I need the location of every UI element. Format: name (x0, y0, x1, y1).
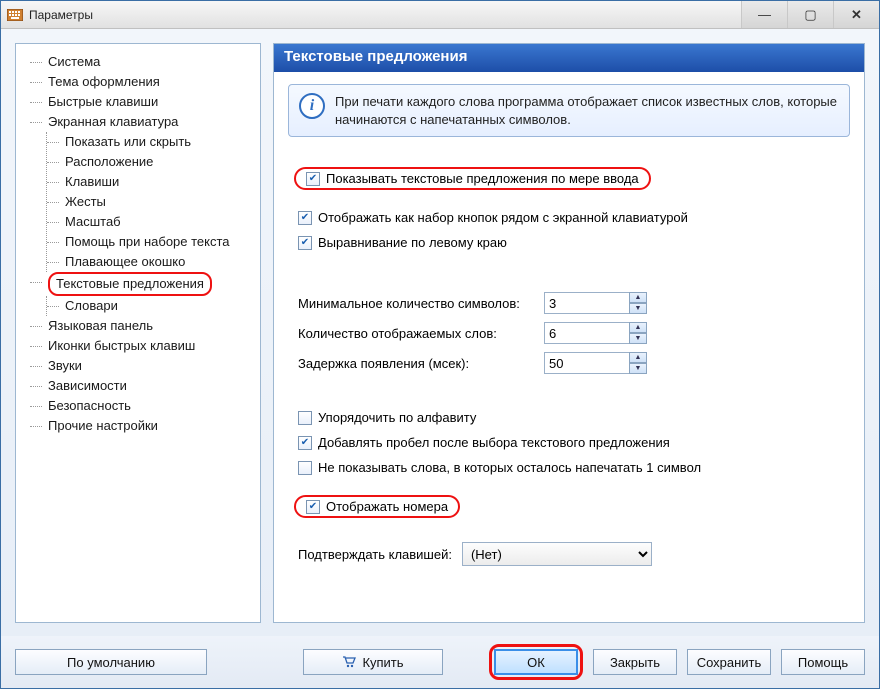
checkbox-add-space[interactable]: Добавлять пробел после выбора текстового… (298, 435, 850, 450)
ok-highlight: ОК (489, 644, 583, 680)
tree-item-keys[interactable]: Клавиши (47, 172, 256, 192)
app-icon (7, 8, 23, 22)
info-box: i При печати каждого слова программа ото… (288, 84, 850, 137)
content-area: Система Тема оформления Быстрые клавиши … (1, 29, 879, 636)
checkbox-left-align[interactable]: Выравнивание по левому краю (298, 235, 850, 250)
info-text: При печати каждого слова программа отобр… (335, 93, 839, 128)
close-button[interactable]: ✕ (833, 1, 879, 28)
min-chars-input[interactable] (544, 292, 630, 314)
tree-item-system[interactable]: Система (30, 52, 256, 72)
checkbox-icon (298, 236, 312, 250)
settings-window: Параметры — ▢ ✕ Система Тема оформления … (0, 0, 880, 689)
tree-item-show-hide[interactable]: Показать или скрыть (47, 132, 256, 152)
tree-item-security[interactable]: Безопасность (30, 396, 256, 416)
tree-item-gestures[interactable]: Жесты (47, 192, 256, 212)
close-dialog-button[interactable]: Закрыть (593, 649, 677, 675)
buy-button[interactable]: Купить (303, 649, 443, 675)
window-title: Параметры (29, 8, 741, 22)
checkbox-show-suggestions[interactable]: Показывать текстовые предложения по мере… (294, 167, 651, 190)
tree-item-theme[interactable]: Тема оформления (30, 72, 256, 92)
checkbox-icon (306, 172, 320, 186)
checkbox-icon (306, 500, 320, 514)
section-header: Текстовые предложения (274, 44, 864, 72)
section-body: i При печати каждого слова программа ото… (274, 72, 864, 622)
help-button[interactable]: Помощь (781, 649, 865, 675)
tree-item-floating[interactable]: Плавающее окошко (47, 252, 256, 272)
defaults-button[interactable]: По умолчанию (15, 649, 207, 675)
titlebar: Параметры — ▢ ✕ (1, 1, 879, 29)
spin-down-icon[interactable]: ▼ (629, 363, 647, 374)
checkbox-icon (298, 461, 312, 475)
checkbox-alpha-sort[interactable]: Упорядочить по алфавиту (298, 410, 850, 425)
field-word-count: Количество отображаемых слов: ▲▼ (298, 322, 850, 344)
tree-item-text-suggestions[interactable]: Текстовые предложения (30, 272, 256, 296)
field-delay: Задержка появления (мсек): ▲▼ (298, 352, 850, 374)
save-button[interactable]: Сохранить (687, 649, 771, 675)
tree-item-misc[interactable]: Прочие настройки (30, 416, 256, 436)
tree-item-hotkeys[interactable]: Быстрые клавиши (30, 92, 256, 112)
footer: По умолчанию Купить ОК Закрыть Сохранить… (1, 636, 879, 688)
spin-up-icon[interactable]: ▲ (629, 322, 647, 333)
nav-tree-panel: Система Тема оформления Быстрые клавиши … (15, 43, 261, 623)
checkbox-hide-one-left[interactable]: Не показывать слова, в которых осталось … (298, 460, 850, 475)
window-buttons: — ▢ ✕ (741, 1, 879, 28)
minimize-button[interactable]: — (741, 1, 787, 28)
maximize-button[interactable]: ▢ (787, 1, 833, 28)
tree-item-typing-help[interactable]: Помощь при наборе текста (47, 232, 256, 252)
spin-down-icon[interactable]: ▼ (629, 303, 647, 314)
info-icon: i (299, 93, 325, 119)
tree-item-hotkey-icons[interactable]: Иконки быстрых клавиш (30, 336, 256, 356)
tree-item-sounds[interactable]: Звуки (30, 356, 256, 376)
spin-up-icon[interactable]: ▲ (629, 292, 647, 303)
field-confirm-key: Подтверждать клавишей: (Нет) (298, 542, 850, 566)
checkbox-icon (298, 211, 312, 225)
delay-input[interactable] (544, 352, 630, 374)
tree-item-scale[interactable]: Масштаб (47, 212, 256, 232)
nav-tree: Система Тема оформления Быстрые клавиши … (16, 48, 260, 440)
ok-button[interactable]: ОК (494, 649, 578, 675)
tree-item-onscreen-keyboard[interactable]: Экранная клавиатура (30, 112, 256, 132)
tree-item-lang-panel[interactable]: Языковая панель (30, 316, 256, 336)
settings-panel: Текстовые предложения i При печати каждо… (273, 43, 865, 623)
tree-item-deps[interactable]: Зависимости (30, 376, 256, 396)
checkbox-as-buttons[interactable]: Отображать как набор кнопок рядом с экра… (298, 210, 850, 225)
spin-up-icon[interactable]: ▲ (629, 352, 647, 363)
tree-item-dictionaries[interactable]: Словари (47, 296, 256, 316)
field-min-chars: Минимальное количество символов: ▲▼ (298, 292, 850, 314)
checkbox-icon (298, 411, 312, 425)
tree-item-layout[interactable]: Расположение (47, 152, 256, 172)
word-count-input[interactable] (544, 322, 630, 344)
cart-icon (342, 656, 356, 668)
checkbox-show-numbers[interactable]: Отображать номера (294, 495, 460, 518)
confirm-key-select[interactable]: (Нет) (462, 542, 652, 566)
spin-down-icon[interactable]: ▼ (629, 333, 647, 344)
checkbox-icon (298, 436, 312, 450)
